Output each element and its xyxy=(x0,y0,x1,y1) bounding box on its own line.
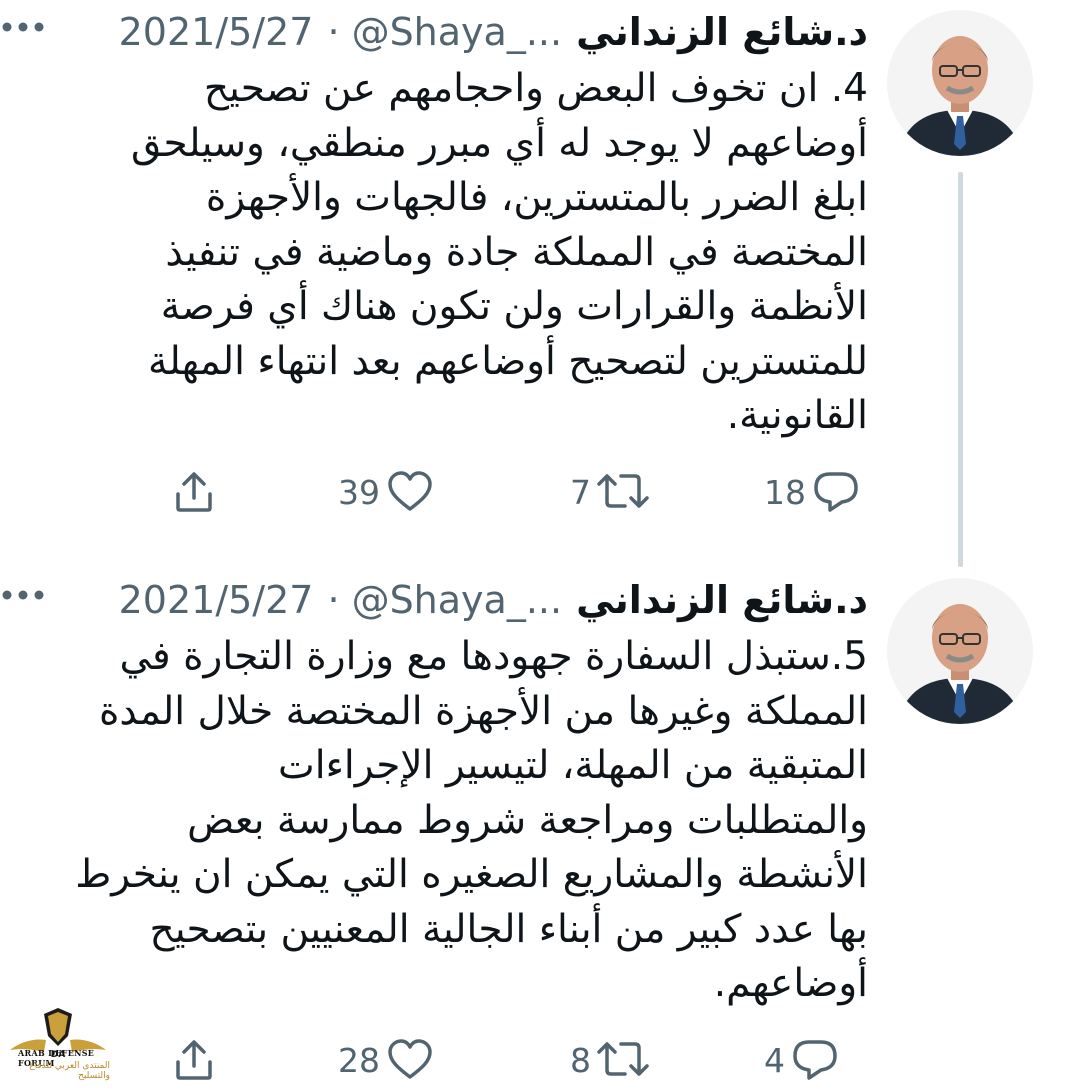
tweet-text-line: ابلغ الضرر بالمتسترين، فالجهات والأجهزة xyxy=(205,175,868,220)
author-avatar[interactable] xyxy=(887,10,1033,156)
like-button[interactable]: 39 xyxy=(338,466,434,518)
tweet-text-line: 4. ان تخوف البعض واحجامهم عن تصحيح xyxy=(203,66,868,111)
retweet-icon xyxy=(597,1042,649,1076)
tweet-text-line: أوضاعهم لا يوجد له أي مبرر منطقي، وسيلحق xyxy=(130,120,868,166)
tweet-text-line: المملكة وغيرها من الأجهزة المختصة خلال ا… xyxy=(98,688,868,734)
reply-button[interactable]: 4 xyxy=(764,1034,839,1086)
tweet-actions: 39 7 18 xyxy=(170,466,870,518)
retweet-button[interactable]: 7 xyxy=(570,466,651,518)
reply-bubble-icon xyxy=(814,472,858,512)
share-upload-icon xyxy=(176,1040,212,1080)
tweet-card-2[interactable]: د.شائع الزنداني @Shaya_... · 2021/5/27 5… xyxy=(0,568,1080,1090)
tweet-header: د.شائع الزنداني @Shaya_... · 2021/5/27 xyxy=(48,572,868,628)
tweet-text-line: المختصة في المملكة جادة وماضية في تنفيذ xyxy=(165,229,868,275)
share-button[interactable] xyxy=(170,1034,218,1086)
tweet-text-line: والمتطلبات ومراجعة شروط ممارسة بعض xyxy=(187,797,868,843)
tweet-text-line: القانونية. xyxy=(726,393,868,438)
author-handle[interactable]: @Shaya_... xyxy=(352,10,563,54)
retweet-count: 8 xyxy=(570,1040,591,1080)
tweet-text: 4. ان تخوف البعض واحجامهم عن تصحيح أوضاع… xyxy=(42,62,868,444)
avatar-image xyxy=(887,578,1033,724)
thread-connector-line xyxy=(958,172,963,567)
author-handle[interactable]: @Shaya_... xyxy=(352,578,563,622)
tweet-text-line: المتبقية من المهلة، لتيسير الإجراءات xyxy=(278,743,868,788)
watermark-subtitle: المنتدى العربي للدفاع والتسليح xyxy=(29,1061,110,1081)
watermark-logo: DA ARAB DEFENSE FORUM المنتدى العربي للد… xyxy=(6,1002,110,1086)
tweet-date[interactable]: 2021/5/27 xyxy=(119,578,314,622)
share-button[interactable] xyxy=(170,466,218,518)
retweet-icon xyxy=(597,474,649,508)
tweet-header: د.شائع الزنداني @Shaya_... · 2021/5/27 xyxy=(48,4,868,60)
tweet-text-line: 5.ستبذل السفارة جهودها مع وزارة التجارة … xyxy=(119,634,868,679)
tweet-date[interactable]: 2021/5/27 xyxy=(119,10,314,54)
author-name[interactable]: د.شائع الزنداني xyxy=(576,578,868,622)
more-dots-icon[interactable] xyxy=(0,584,46,606)
tweet-actions: 28 8 4 xyxy=(170,1034,870,1086)
reply-bubble-icon xyxy=(793,1040,837,1080)
avatar-image xyxy=(887,10,1033,156)
retweet-count: 7 xyxy=(570,472,591,512)
tweet-text-line: للمتسترين لتصحيح أوضاعهم بعد انتهاء المه… xyxy=(147,338,868,384)
tweet-text: 5.ستبذل السفارة جهودها مع وزارة التجارة … xyxy=(42,630,868,1012)
tweet-text-line: بها عدد كبير من أبناء الجالية المعنيين ب… xyxy=(149,906,868,952)
like-button[interactable]: 28 xyxy=(338,1034,434,1086)
reply-count: 18 xyxy=(764,472,806,512)
share-upload-icon xyxy=(176,472,212,512)
like-count: 28 xyxy=(338,1040,380,1080)
reply-button[interactable]: 18 xyxy=(764,466,860,518)
reply-count: 4 xyxy=(764,1040,785,1080)
separator-dot: · xyxy=(327,578,340,622)
author-avatar[interactable] xyxy=(887,578,1033,724)
tweet-text-line: أوضاعهم. xyxy=(713,961,868,1006)
author-name[interactable]: د.شائع الزنداني xyxy=(576,10,868,54)
heart-icon xyxy=(388,1039,432,1079)
separator-dot: · xyxy=(327,10,340,54)
more-dots-icon[interactable] xyxy=(0,16,46,38)
heart-icon xyxy=(388,471,432,511)
tweet-text-line: الأنشطة والمشاريع الصغيره التي يمكن ان ي… xyxy=(75,852,868,897)
retweet-button[interactable]: 8 xyxy=(570,1034,651,1086)
tweet-text-line: الأنظمة والقرارات ولن تكون هناك أي فرصة xyxy=(160,284,868,329)
tweet-card-1[interactable]: د.شائع الزنداني @Shaya_... · 2021/5/27 4… xyxy=(0,0,1080,567)
like-count: 39 xyxy=(338,472,380,512)
